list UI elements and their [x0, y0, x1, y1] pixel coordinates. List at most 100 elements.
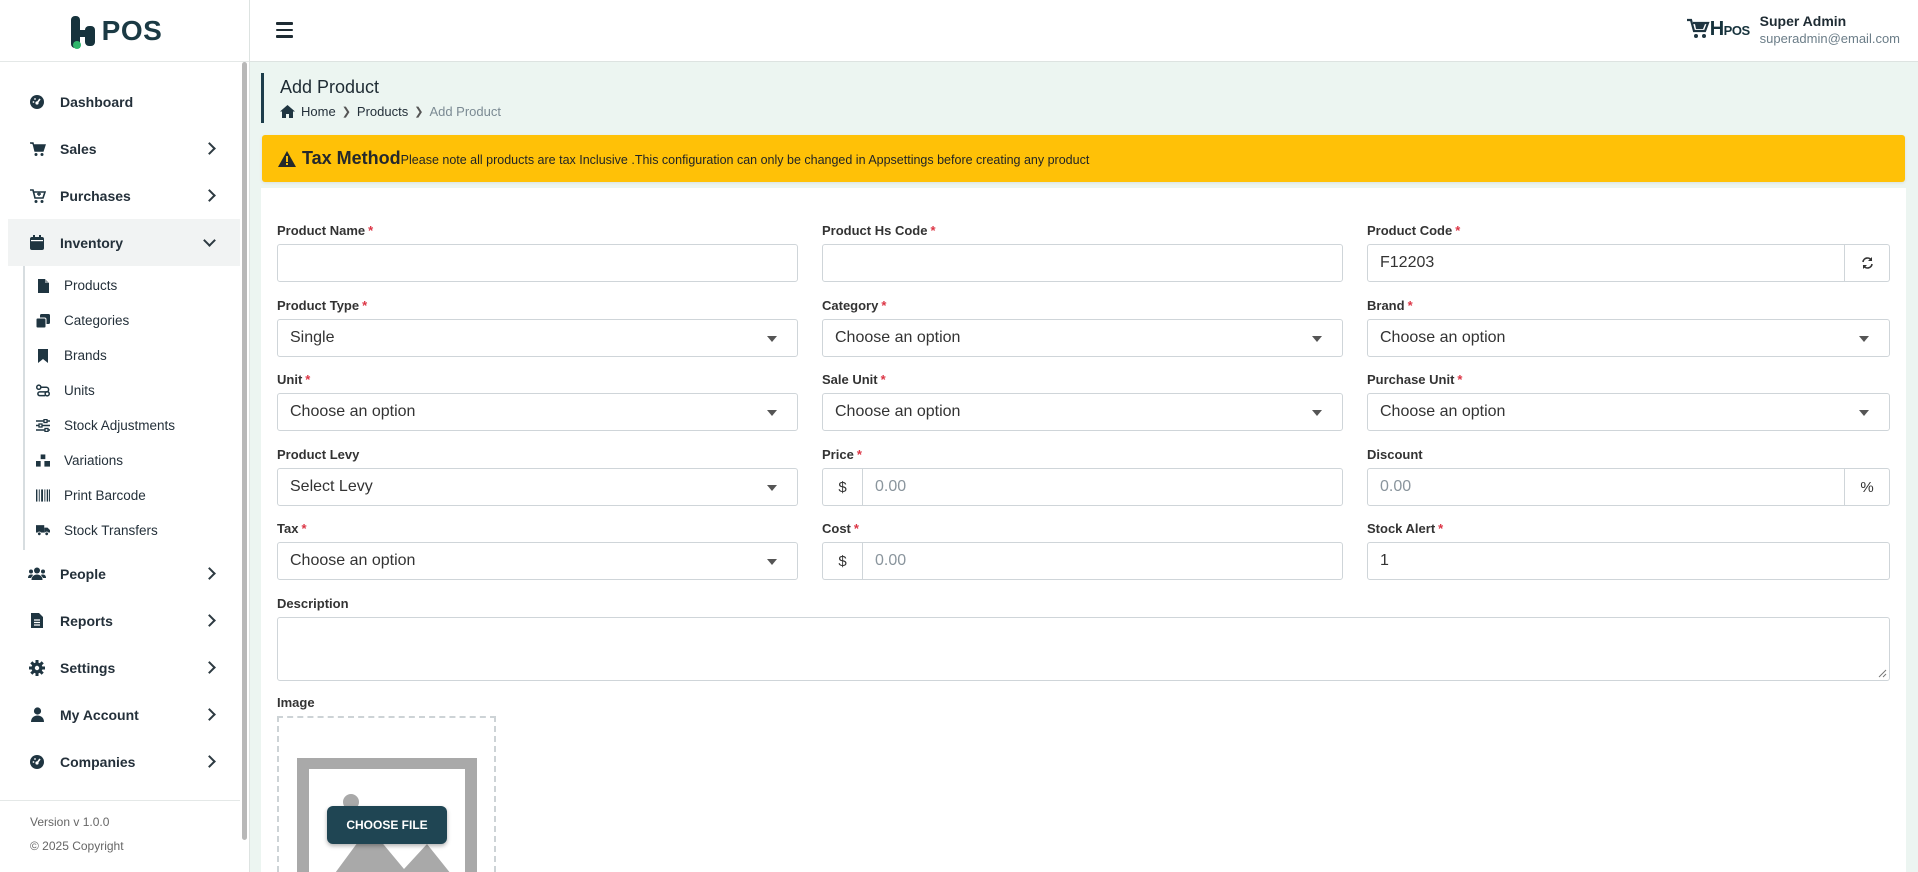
category-select[interactable]: Choose an option: [822, 319, 1343, 357]
sidebar-item-settings[interactable]: Settings: [0, 644, 240, 691]
tax-method-alert: Tax Method Please note all products are …: [262, 135, 1905, 182]
price-input[interactable]: 0.00: [862, 468, 1343, 506]
breadcrumb-products[interactable]: Products: [357, 104, 408, 119]
sidebar-subitem-print-barcode[interactable]: Print Barcode: [25, 478, 240, 513]
sidebar-subitem-variations[interactable]: Variations: [25, 443, 240, 478]
menu-toggle-icon[interactable]: [276, 22, 293, 38]
sidebar-item-label: Settings: [60, 659, 116, 676]
user-icon: [28, 707, 46, 723]
stock-alert-input[interactable]: 1: [1367, 542, 1890, 580]
sale-unit-select[interactable]: Choose an option: [822, 393, 1343, 431]
sidebar-item-reports[interactable]: Reports: [0, 597, 240, 644]
sidebar-subitem-categories[interactable]: Categories: [25, 303, 240, 338]
breadcrumb-separator-icon: ❯: [414, 106, 424, 118]
image-dropzone[interactable]: CHOOSE FILE: [277, 716, 496, 872]
version-text: Version v 1.0.0: [30, 815, 110, 829]
hs-code-input[interactable]: [822, 244, 1343, 282]
sidebar-subitem-products[interactable]: Products: [25, 268, 240, 303]
sidebar-subitem-label: Brands: [64, 348, 107, 363]
hs-code-field: Product Hs Code *: [822, 223, 1343, 282]
topbar: HPOS Super Admin superadmin@email.com: [250, 0, 1918, 62]
user-menu[interactable]: HPOS Super Admin superadmin@email.com: [1710, 13, 1900, 46]
regenerate-code-button[interactable]: [1845, 244, 1890, 282]
tax-select[interactable]: Choose an option: [277, 542, 798, 580]
image-label: Image: [277, 695, 315, 710]
page-header: Add Product Home ❯ Products ❯ Add Produc…: [261, 73, 1906, 123]
sliders-icon: [36, 419, 50, 433]
gear-icon: [28, 659, 46, 676]
sidebar-subitem-units[interactable]: Units: [25, 373, 240, 408]
purchase-unit-select[interactable]: Choose an option: [1367, 393, 1890, 431]
breadcrumb: Home ❯ Products ❯ Add Product: [280, 104, 1906, 119]
alert-text: Please note all products are tax Inclusi…: [400, 152, 1090, 167]
alert-title: Tax Method: [302, 148, 401, 168]
user-avatar-logo: HPOS: [1709, 18, 1750, 40]
sidebar-item-dashboard[interactable]: Dashboard: [0, 78, 240, 125]
sidebar-item-purchases[interactable]: Purchases: [0, 172, 240, 219]
refresh-icon: [1861, 257, 1873, 269]
resize-handle-icon[interactable]: [1878, 669, 1887, 678]
sidebar-item-label: Dashboard: [60, 93, 134, 110]
category-label: Category: [822, 298, 879, 313]
sidebar-item-label: Reports: [60, 612, 113, 629]
product-code-input[interactable]: F12203: [1367, 244, 1845, 282]
chevron-right-icon: [203, 708, 216, 721]
levy-select[interactable]: Select Levy: [277, 468, 798, 506]
boxes-icon: [36, 453, 50, 468]
brand-select[interactable]: Choose an option: [1367, 319, 1890, 357]
caret-down-icon: [767, 410, 777, 416]
route-icon: [36, 384, 50, 398]
copyright-text: © 2025 Copyright: [30, 839, 124, 853]
product-type-field: Product Type * Single: [277, 298, 798, 357]
category-field: Category * Choose an option: [822, 298, 1343, 357]
sidebar-item-my-account[interactable]: My Account: [0, 691, 240, 738]
sidebar-item-companies[interactable]: Companies: [0, 738, 240, 785]
chevron-right-icon: [203, 661, 216, 674]
unit-label: Unit: [277, 372, 303, 387]
product-name-input[interactable]: [277, 244, 798, 282]
barcode-icon: [36, 489, 50, 503]
inventory-submenu: Products Categories Brands Units Stock A…: [23, 266, 240, 550]
sidebar-subitem-stock-adjustments[interactable]: Stock Adjustments: [25, 408, 240, 443]
breadcrumb-current: Add Product: [429, 104, 501, 119]
sidebar-subitem-brands[interactable]: Brands: [25, 338, 240, 373]
sidebar-item-label: Purchases: [60, 187, 131, 204]
breadcrumb-home[interactable]: Home: [301, 104, 336, 119]
cost-input[interactable]: 0.00: [862, 542, 1343, 580]
caret-down-icon: [1859, 410, 1869, 416]
caret-down-icon: [1312, 336, 1322, 342]
unit-field: Unit * Choose an option: [277, 372, 798, 431]
caret-down-icon: [1859, 336, 1869, 342]
sidebar-item-label: My Account: [60, 706, 139, 723]
dashboard-icon: [28, 754, 46, 770]
cart-plus-icon: [28, 188, 46, 204]
logo-mark-icon: [69, 14, 99, 49]
file-icon: [36, 278, 50, 293]
sidebar-item-inventory[interactable]: Inventory: [8, 219, 240, 266]
discount-input[interactable]: 0.00: [1367, 468, 1845, 506]
dashboard-icon: [28, 94, 46, 110]
brand-logo[interactable]: POS: [0, 0, 249, 62]
product-name-label: Product Name: [277, 223, 366, 238]
sale-unit-field: Sale Unit * Choose an option: [822, 372, 1343, 431]
sidebar-item-label: Sales: [60, 140, 97, 157]
sidebar-subitem-label: Units: [64, 383, 95, 398]
sidebar-subitem-stock-transfers[interactable]: Stock Transfers: [25, 513, 240, 548]
pos-cart-icon[interactable]: [1686, 18, 1710, 40]
levy-label: Product Levy: [277, 447, 360, 462]
caret-down-icon: [767, 485, 777, 491]
product-type-select[interactable]: Single: [277, 319, 798, 357]
unit-select[interactable]: Choose an option: [277, 393, 798, 431]
sidebar-subitem-label: Print Barcode: [64, 488, 146, 503]
warning-icon: [278, 150, 296, 167]
sidebar-subitem-label: Categories: [64, 313, 130, 328]
sidebar-subitem-label: Products: [64, 278, 118, 293]
description-textarea[interactable]: [277, 617, 1890, 681]
sidebar-item-people[interactable]: People: [0, 550, 240, 597]
sidebar-subitem-label: Stock Adjustments: [64, 418, 176, 433]
sidebar: POS Dashboard Sales Purchases Inventory …: [0, 0, 250, 872]
price-field: Price * $ 0.00: [822, 447, 1343, 506]
sidebar-scrollbar[interactable]: [242, 62, 247, 840]
sidebar-item-sales[interactable]: Sales: [0, 125, 240, 172]
choose-file-button[interactable]: CHOOSE FILE: [327, 806, 447, 844]
